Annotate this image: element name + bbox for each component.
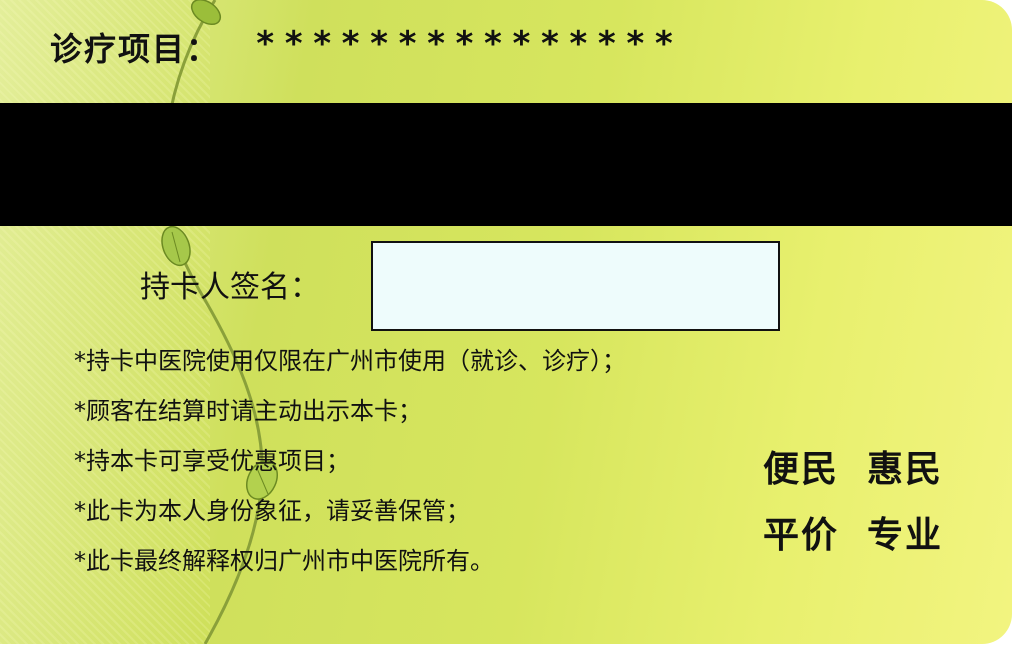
slogans: 便民 惠民 平价 专业 — [763, 440, 943, 572]
rules-list: *持卡中医院使用仅限在广州市使用（就诊、诊疗）； *顾客在结算时请主动出示本卡；… — [74, 342, 626, 592]
project-value-masked: *************** — [255, 24, 683, 64]
magnetic-stripe — [0, 103, 1012, 226]
slogan-text: 平价 — [763, 515, 840, 556]
rule-item: *顾客在结算时请主动出示本卡； — [74, 397, 422, 425]
project-label: 诊疗项目： — [50, 30, 221, 68]
signature-label: 持卡人签名： — [140, 270, 320, 305]
rule-item: *此卡最终解释权归广州市中医院所有。 — [74, 547, 494, 575]
slogan-text: 惠民 — [867, 449, 944, 490]
slogan-text: 便民 — [763, 449, 840, 490]
signature-box — [371, 241, 780, 331]
slogan-text: 专业 — [867, 515, 944, 556]
slogan-row: 便民 惠民 — [763, 440, 943, 506]
slogan-row: 平价 专业 — [763, 506, 943, 572]
rule-item: *持本卡可享受优惠项目； — [74, 447, 350, 475]
rule-item: *此卡为本人身份象征，请妥善保管； — [74, 497, 470, 525]
membership-card-back: 诊疗项目： *************** 持卡人签名： *持卡中医院使用仅限在… — [0, 0, 1012, 644]
rule-item: *持卡中医院使用仅限在广州市使用（就诊、诊疗）； — [74, 347, 626, 375]
